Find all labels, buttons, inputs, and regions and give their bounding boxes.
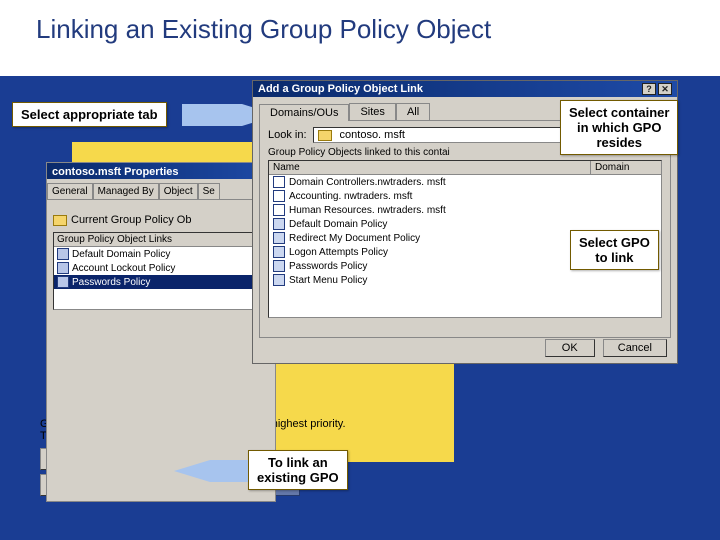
cancel-button[interactable]: Cancel [603,339,667,357]
properties-titlebar: contoso.msft Properties [47,163,275,179]
gpo-icon [273,274,285,286]
link-icon [57,262,69,274]
link-icon [57,248,69,260]
list-item[interactable]: Account Lockout Policy [54,261,268,275]
lookin-value: contoso. msft [340,129,405,141]
list-item[interactable]: Default Domain Policy [269,217,661,231]
lookin-label: Look in: [268,129,307,141]
list-item[interactable]: Human Resources. nwtraders. msft [269,203,661,217]
arrow-icon [182,104,242,126]
close-button[interactable]: ✕ [658,83,672,95]
ou-icon [273,204,285,216]
list-item[interactable]: Passwords Policy [54,275,268,289]
callout-select-container: Select container in which GPO resides [560,100,678,155]
slide-title: Linking an Existing Group Policy Object [36,14,491,45]
gpo-links-list[interactable]: Group Policy Object Links Default Domain… [53,232,269,310]
list-item[interactable]: Start Menu Policy [269,273,661,287]
gpo-icon [273,218,285,230]
gpo-links-header: Group Policy Object Links [54,233,268,247]
list-item[interactable]: Domain Controllers.nwtraders. msft [269,175,661,189]
arrow-icon [174,460,210,482]
ou-icon [273,176,285,188]
ou-icon [273,190,285,202]
tab-managed-by[interactable]: Managed By [93,183,159,199]
tab-object[interactable]: Object [159,183,198,199]
arrow-icon [210,460,248,482]
folder-icon [53,215,67,226]
tab-sites[interactable]: Sites [349,103,395,120]
help-button[interactable]: ? [642,83,656,95]
ok-button[interactable]: OK [545,339,595,357]
list-item[interactable]: Default Domain Policy [54,247,268,261]
tab-all[interactable]: All [396,103,430,120]
gpo-icon [273,260,285,272]
col-name[interactable]: Name [269,161,591,174]
tab-domains-ous[interactable]: Domains/OUs [259,104,349,121]
add-window-title: Add a Group Policy Object Link [258,82,423,96]
tab-general[interactable]: General [47,183,93,199]
gpo-icon [273,246,285,258]
current-gpo-label: Current Group Policy Ob [71,214,191,226]
callout-select-tab: Select appropriate tab [12,102,167,127]
tab-security[interactable]: Se [198,183,220,199]
domain-icon [318,130,332,141]
callout-select-gpo: Select GPO to link [570,230,659,270]
callout-to-link: To link an existing GPO [248,450,348,490]
properties-window: contoso.msft Properties General Managed … [46,162,276,502]
list-item[interactable]: Accounting. nwtraders. msft [269,189,661,203]
properties-tabs: General Managed By Object Se [47,183,275,200]
col-domain[interactable]: Domain [591,161,661,174]
link-icon [57,276,69,288]
gpo-icon [273,232,285,244]
